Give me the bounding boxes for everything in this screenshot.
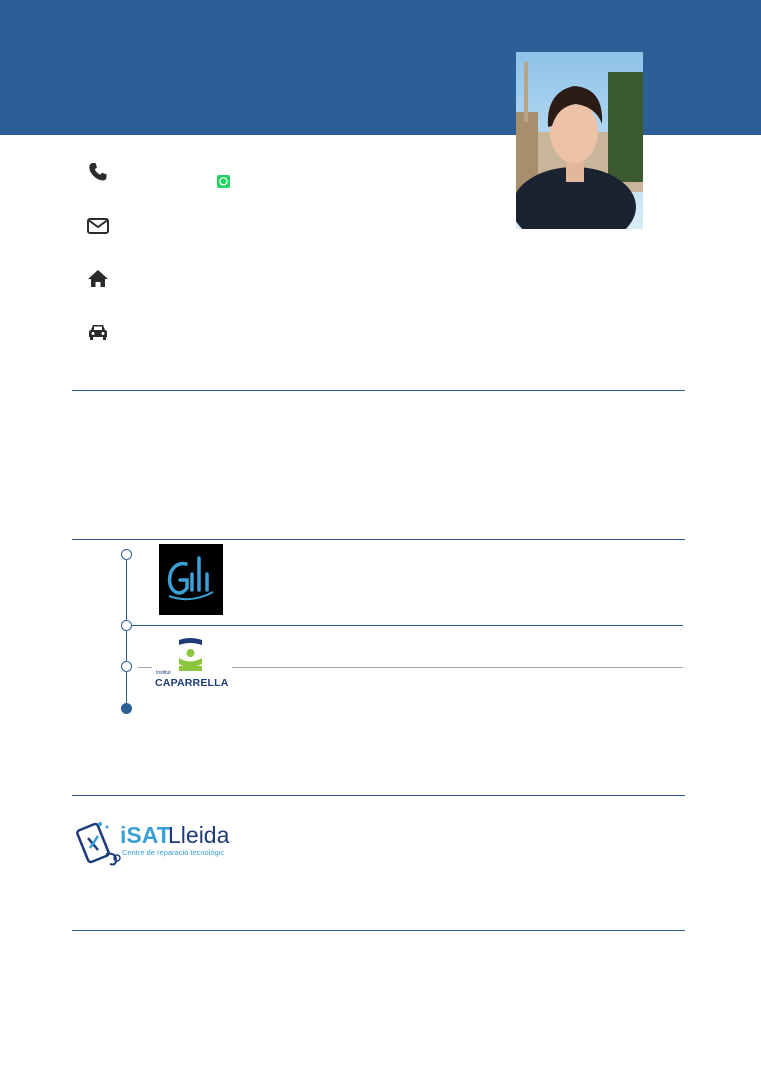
caparrella-small-text: Institut xyxy=(156,670,171,676)
isat-suffix: Lleida xyxy=(168,822,230,848)
divider-experience xyxy=(72,795,685,796)
caparrella-name: CAPARRELLA xyxy=(155,677,229,689)
header-band xyxy=(0,0,761,135)
whatsapp-icon xyxy=(217,175,230,188)
divider-profile xyxy=(72,539,685,540)
divider-other xyxy=(72,930,685,931)
divider-contact xyxy=(72,390,685,391)
home-icon xyxy=(88,270,108,287)
timeline-node xyxy=(121,620,132,631)
isat-prefix: iSAT xyxy=(120,822,171,848)
caparrella-logo: Institut CAPARRELLA xyxy=(152,637,232,689)
timeline-node xyxy=(121,549,132,560)
timeline-node-current xyxy=(121,703,132,714)
timeline-line xyxy=(126,554,127,708)
isat-lleida-logo: iSAT Lleida Centre de reparació tecnològ… xyxy=(76,818,231,870)
timeline-node xyxy=(121,661,132,672)
car-icon xyxy=(89,325,107,340)
profile-photo xyxy=(516,52,643,229)
phone-icon xyxy=(89,163,107,181)
isat-tagline: Centre de reparació tecnològic xyxy=(122,848,225,857)
timeline-divider xyxy=(132,625,683,626)
gili-logo xyxy=(159,544,223,615)
envelope-icon xyxy=(87,218,109,234)
